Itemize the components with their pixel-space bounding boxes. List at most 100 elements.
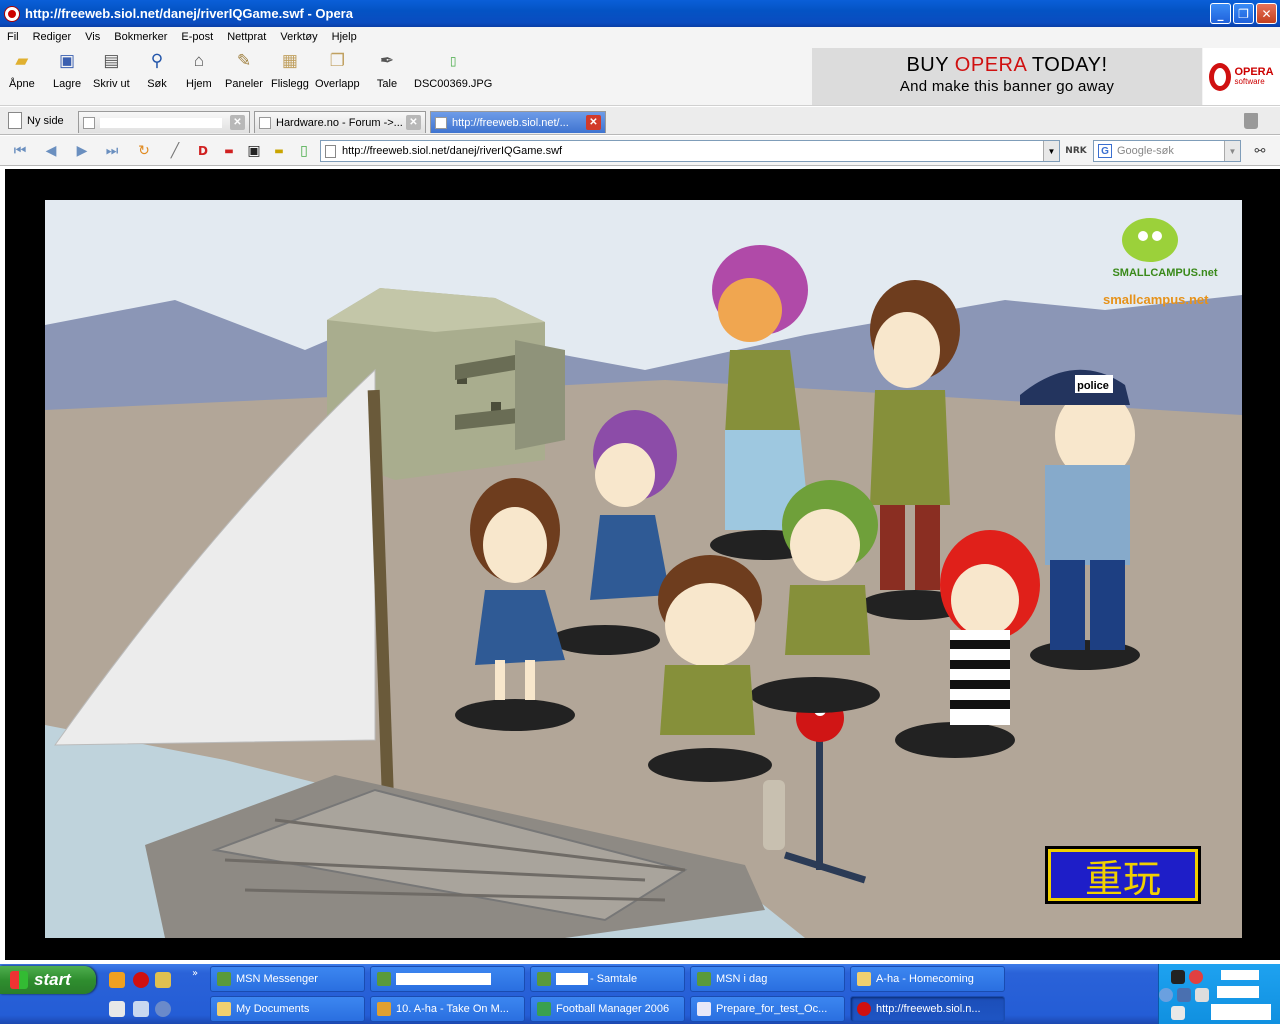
task-msn-chat[interactable] — [370, 966, 525, 992]
maximize-button[interactable]: ❐ — [1233, 3, 1254, 24]
menu-bokmerker[interactable]: Bokmerker — [107, 31, 174, 43]
opera-app-icon — [5, 6, 19, 21]
winamp-quicklaunch-icon[interactable] — [155, 972, 171, 988]
back-arrow-icon[interactable]: ◀ — [41, 142, 61, 160]
ad-banner[interactable]: BUY OPERA TODAY! And make this banner go… — [812, 48, 1202, 105]
flash-game-stage[interactable]: police SMALLCAMPUS.net smallcampus.net 重… — [45, 200, 1242, 938]
tab-close-icon[interactable]: ✕ — [406, 115, 421, 130]
start-button[interactable]: start — [0, 966, 96, 994]
menu-verktoy[interactable]: Verktøy — [273, 31, 324, 43]
minimize-button[interactable]: _ — [1210, 3, 1231, 24]
menu-bar: Fil Rediger Vis Bokmerker E-post Nettpra… — [0, 27, 1280, 46]
task-opera-active[interactable]: http://freeweb.siol.n... — [850, 996, 1005, 1022]
imdb-bookmark-icon[interactable]: ▬ — [269, 142, 289, 160]
opera-o-icon — [1209, 62, 1232, 91]
tray-misc-icon[interactable] — [1171, 1006, 1185, 1020]
binoculars-icon[interactable]: ⚯ — [1250, 142, 1270, 160]
redacted-tray-text — [1221, 970, 1259, 980]
opera-logo[interactable]: OPERA software — [1203, 48, 1280, 105]
msn-chat-icon — [537, 972, 551, 986]
ie-quicklaunch-icon[interactable] — [133, 1001, 149, 1017]
url-field[interactable]: http://freeweb.siol.net/danej/riverIQGam… — [320, 140, 1060, 162]
logo-text: SMALLCAMPUS.net — [1112, 267, 1217, 279]
rewind-icon[interactable]: ⏮ — [10, 142, 30, 160]
task-word-document[interactable]: Prepare_for_test_Oc... — [690, 996, 845, 1022]
brand-text[interactable]: smallcampus.net — [1103, 292, 1209, 307]
tray-network-icon[interactable] — [1177, 988, 1191, 1002]
msn-quicklaunch-icon[interactable] — [109, 972, 125, 988]
tray-volume-icon[interactable] — [1195, 988, 1209, 1002]
opera-quicklaunch-icon[interactable] — [133, 972, 149, 988]
image-file-button[interactable]: ▯ DSC00369.JPG — [414, 50, 492, 90]
reload-icon[interactable]: ↻ — [134, 142, 154, 160]
tray-security-icon[interactable] — [1189, 970, 1203, 984]
page-icon — [83, 116, 95, 129]
open-button[interactable]: ▰ Åpne — [9, 50, 35, 90]
cascade-button[interactable]: ❐ Overlapp — [315, 50, 360, 90]
window-title-bar[interactable]: http://freeweb.siol.net/danej/riverIQGam… — [0, 0, 1280, 27]
show-desktop-icon[interactable] — [109, 1001, 125, 1017]
search-button[interactable]: ⚲ Søk — [146, 50, 168, 90]
task-msn-i-dag[interactable]: MSN i dag — [690, 966, 845, 992]
opera-icon — [857, 1002, 871, 1016]
menu-hjelp[interactable]: Hjelp — [325, 31, 364, 43]
tv-bookmark-icon[interactable]: ▣ — [244, 142, 264, 160]
task-football-manager[interactable]: Football Manager 2006 — [530, 996, 685, 1022]
home-button[interactable]: ⌂ Hjem — [186, 50, 212, 90]
boy-brown-hair — [658, 555, 762, 735]
menu-vis[interactable]: Vis — [78, 31, 107, 43]
task-msn-messenger[interactable]: MSN Messenger — [210, 966, 365, 992]
edit-icon[interactable]: ╱ — [165, 142, 185, 160]
fast-forward-icon[interactable]: ⏭ — [102, 142, 122, 160]
vg-bookmark-icon[interactable]: ▬ — [219, 142, 239, 160]
smallcampus-logo — [1122, 218, 1178, 262]
tab-3-active[interactable]: http://freeweb.siol.net/... ✕ — [430, 111, 606, 133]
task-my-documents[interactable]: My Documents — [210, 996, 365, 1022]
voice-icon: ✒ — [379, 51, 395, 70]
menu-rediger[interactable]: Rediger — [26, 31, 79, 43]
replay-button[interactable]: 重玩 — [1045, 846, 1201, 904]
menu-e-post[interactable]: E-post — [174, 31, 220, 43]
search-input[interactable]: G Google-søk ▼ — [1093, 140, 1241, 162]
close-button[interactable]: ✕ — [1256, 3, 1277, 24]
redacted-tray-text — [1217, 986, 1259, 998]
task-samtale[interactable]: - Samtale — [530, 966, 685, 992]
page-content: police SMALLCAMPUS.net smallcampus.net 重… — [0, 167, 1280, 964]
trash-icon[interactable] — [1244, 113, 1258, 129]
tab-2[interactable]: Hardware.no - Forum ->... ✕ — [254, 111, 426, 133]
search-dropdown-icon[interactable]: ▼ — [1224, 141, 1240, 161]
tile-button[interactable]: ▦ Flislegg — [271, 50, 309, 90]
page-icon — [435, 116, 447, 129]
tab-1[interactable]: ✕ — [78, 111, 250, 133]
task-a-ha-homecoming[interactable]: A-ha - Homecoming — [850, 966, 1005, 992]
url-dropdown-icon[interactable]: ▼ — [1043, 141, 1059, 161]
print-button[interactable]: ▤ Skriv ut — [93, 50, 130, 90]
tile-icon: ▦ — [281, 51, 298, 70]
tab-close-icon[interactable]: ✕ — [586, 115, 601, 130]
word-icon — [697, 1002, 711, 1016]
tray-expand-icon[interactable] — [1159, 988, 1173, 1002]
menu-fil[interactable]: Fil — [0, 31, 26, 43]
tab-close-icon[interactable]: ✕ — [230, 115, 245, 130]
media-player-icon[interactable] — [155, 1001, 171, 1017]
msn-icon — [697, 972, 711, 986]
window-title: http://freeweb.siol.net/danej/riverIQGam… — [25, 6, 353, 21]
tab-bar: Ny side ✕ Hardware.no - Forum ->... ✕ ht… — [0, 107, 1280, 135]
forward-arrow-icon[interactable]: ▶ — [72, 142, 92, 160]
new-page-button[interactable]: Ny side — [8, 112, 64, 129]
nrk-search-engine[interactable]: NRK — [1065, 142, 1086, 160]
chevron-icon[interactable]: » — [192, 968, 198, 979]
image-bookmark-icon[interactable]: ▯ — [294, 142, 314, 160]
home-icon: ⌂ — [193, 51, 204, 70]
voice-button[interactable]: ✒ Tale — [376, 50, 398, 90]
save-disk-icon: ▣ — [59, 51, 76, 70]
menu-nettprat[interactable]: Nettprat — [220, 31, 273, 43]
save-button[interactable]: ▣ Lagre — [53, 50, 81, 90]
tray-app-icon[interactable] — [1171, 970, 1185, 984]
task-winamp[interactable]: 10. A-ha - Take On M... — [370, 996, 525, 1022]
panels-button[interactable]: ✎ Paneler — [225, 50, 263, 90]
taskbar: start » MSN Messenger - Samtale MSN i da… — [0, 964, 1280, 1024]
db-bookmark-icon[interactable]: D — [193, 142, 213, 160]
address-bar: ⏮ ◀ ▶ ⏭ ↻ ╱ D ▬ ▣ ▬ ▯ http://freeweb.sio… — [0, 136, 1280, 166]
folder-icon — [857, 972, 871, 986]
